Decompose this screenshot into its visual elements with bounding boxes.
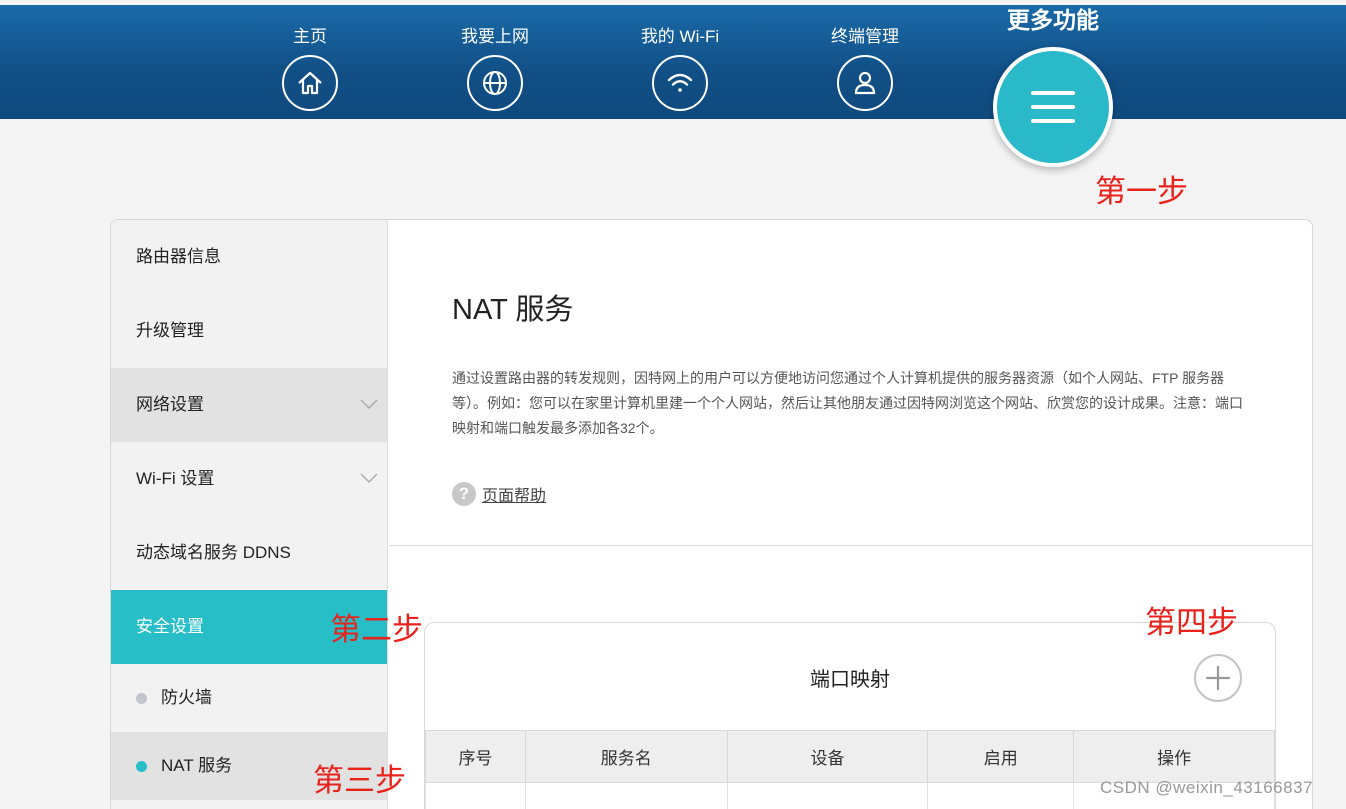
column-header: 操作 xyxy=(1073,730,1275,783)
watermark: CSDN @weixin_43166837 xyxy=(1100,778,1313,797)
nav-wifi[interactable]: 我的 Wi-Fi xyxy=(620,25,740,111)
sidebar-subitem-label: NAT 服务 xyxy=(161,756,233,775)
annotation-step3: 第三步 xyxy=(313,763,406,798)
help-icon: ? xyxy=(452,482,476,506)
sidebar-item-label: Wi-Fi 设置 xyxy=(136,469,215,488)
nav-internet[interactable]: 我要上网 xyxy=(435,25,555,111)
top-nav-bar: 主页 我要上网 我的 Wi-Fi 终端管理 xyxy=(0,5,1346,119)
page-title: NAT 服务 xyxy=(452,294,574,326)
divider xyxy=(389,545,1312,546)
sidebar-item-router-info[interactable]: 路由器信息 xyxy=(111,220,387,294)
table-cell xyxy=(927,782,1075,809)
table-cell xyxy=(524,782,728,809)
home-icon[interactable] xyxy=(282,55,338,111)
nav-more-label: 更多功能 xyxy=(1007,7,1099,33)
globe-icon[interactable] xyxy=(467,55,523,111)
chevron-down-icon xyxy=(360,473,378,484)
sidebar-item-upgrade[interactable]: 升级管理 xyxy=(111,294,387,368)
sidebar-item-label: 动态域名服务 DDNS xyxy=(136,543,291,562)
page-help-link[interactable]: ? 页面帮助 xyxy=(452,482,546,506)
annotation-step2: 第二步 xyxy=(330,612,423,647)
nav-devices-label: 终端管理 xyxy=(831,27,899,46)
nav-internet-label: 我要上网 xyxy=(461,27,529,46)
column-header: 服务名 xyxy=(524,730,728,783)
chevron-down-icon xyxy=(360,399,378,410)
sidebar-item-wifi[interactable]: Wi-Fi 设置 xyxy=(111,442,387,516)
add-rule-button[interactable] xyxy=(1194,654,1242,702)
page-description: 通过设置路由器的转发规则，因特网上的用户可以方便地访问您通过个人计算机提供的服务… xyxy=(452,370,1243,436)
column-header: 启用 xyxy=(927,730,1075,783)
content-area: NAT 服务 通过设置路由器的转发规则，因特网上的用户可以方便地访问您通过个人计… xyxy=(389,220,1312,809)
sidebar: 路由器信息 升级管理 网络设置 Wi-Fi 设置 动态域名服务 DDNS 安全设… xyxy=(111,220,388,809)
sidebar-item-ddns[interactable]: 动态域名服务 DDNS xyxy=(111,516,387,590)
column-header: 设备 xyxy=(726,730,929,783)
help-link-label[interactable]: 页面帮助 xyxy=(482,482,546,506)
annotation-step1: 第一步 xyxy=(1095,174,1188,209)
bullet-icon xyxy=(136,761,147,772)
sidebar-item-label: 安全设置 xyxy=(136,617,204,636)
sidebar-item-label: 路由器信息 xyxy=(136,247,221,266)
bullet-icon xyxy=(136,693,147,704)
table-cell xyxy=(726,782,929,809)
table-cell xyxy=(425,782,526,809)
nav-devices[interactable]: 终端管理 xyxy=(805,25,925,111)
port-mapping-title: 端口映射 xyxy=(810,669,890,691)
sidebar-item-label: 升级管理 xyxy=(136,321,204,340)
plus-icon xyxy=(1205,665,1231,691)
wifi-icon[interactable] xyxy=(652,55,708,111)
sidebar-item-label: 网络设置 xyxy=(136,395,204,414)
sidebar-item-network[interactable]: 网络设置 xyxy=(111,368,387,442)
nav-more[interactable]: 更多功能 xyxy=(993,2,1113,167)
nav-home-label: 主页 xyxy=(293,27,327,46)
annotation-step4: 第四步 xyxy=(1145,605,1238,640)
sidebar-subitem-firewall[interactable]: 防火墙 xyxy=(111,664,387,732)
sidebar-subitem-label: 防火墙 xyxy=(161,688,212,707)
nav-wifi-label: 我的 Wi-Fi xyxy=(640,27,720,46)
user-icon[interactable] xyxy=(837,55,893,111)
column-header: 序号 xyxy=(425,730,526,783)
menu-icon[interactable] xyxy=(993,47,1113,167)
nav-home[interactable]: 主页 xyxy=(250,25,370,111)
main-panel: 路由器信息 升级管理 网络设置 Wi-Fi 设置 动态域名服务 DDNS 安全设… xyxy=(110,219,1313,809)
table-header-row: 序号 服务名 设备 启用 操作 xyxy=(425,730,1275,783)
